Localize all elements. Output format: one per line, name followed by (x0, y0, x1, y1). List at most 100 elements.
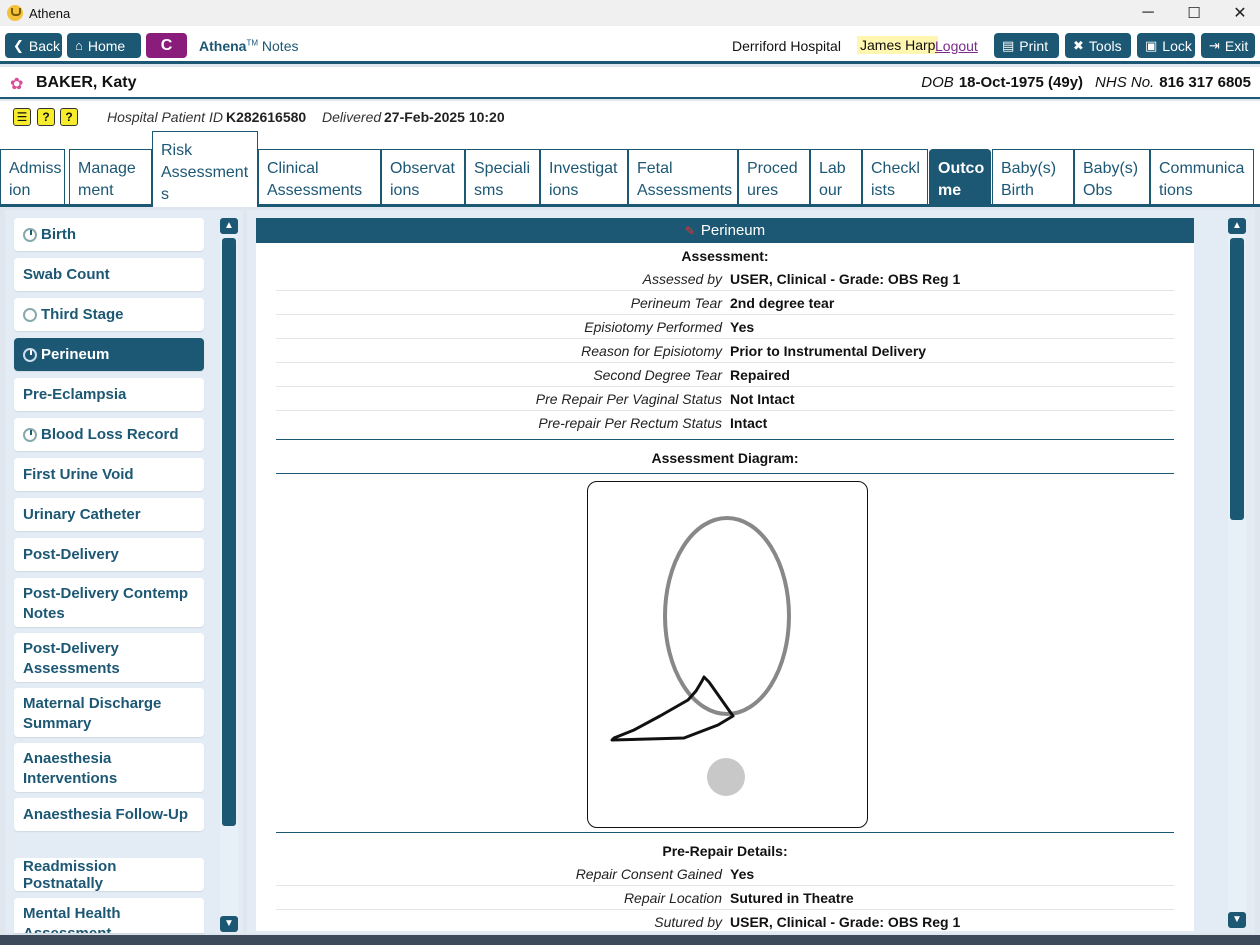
nhs-value: 816 317 6805 (1159, 74, 1251, 91)
sidebar-item-post-delivery-contemp-notes[interactable]: Post-Delivery Contemp Notes (14, 578, 204, 627)
hospital-name: Derriford Hospital (732, 38, 841, 54)
tab-labour[interactable]: Lab our (810, 149, 862, 204)
field-row: Pre Repair Per Vaginal Status Not Intact (276, 387, 1174, 411)
lock-button[interactable]: ▣ Lock (1137, 33, 1195, 58)
sidebar-item-swab-count[interactable]: Swab Count (14, 258, 204, 291)
note-question-icon[interactable]: ? (60, 108, 78, 126)
field-row: Pre-repair Per Rectum Status Intact (276, 411, 1174, 435)
tab-fetal-assessments[interactable]: Fetal Assessments (628, 149, 738, 204)
tab-line: Obs (1083, 182, 1113, 199)
sidebar-item-mental-health-assessment[interactable]: Mental Health Assessment (14, 898, 204, 933)
progress-partial-icon (23, 227, 37, 242)
print-button[interactable]: ▤ Print (994, 33, 1059, 58)
tab-admission[interactable]: Admiss ion (0, 149, 65, 204)
field-row: Sutured by USER, Clinical - Grade: OBS Re… (276, 910, 1174, 931)
sidebar-item-anaesthesia-interventions[interactable]: Anaesthesia Interventions (14, 743, 204, 792)
sidebar-item-third-stage[interactable]: Third Stage (14, 298, 204, 331)
chevron-left-icon: ❮ (13, 37, 24, 53)
hospital-id-label: Hospital Patient ID (107, 109, 223, 125)
help-question-icon[interactable]: ? (37, 108, 55, 126)
tab-line: our (819, 182, 843, 199)
tab-line: sms (474, 182, 504, 199)
sidebar-item-readmission-postnatally[interactable]: Readmission Postnatally (14, 858, 204, 892)
scroll-down-icon[interactable]: ▼ (1228, 912, 1246, 928)
scroll-up-icon[interactable]: ▲ (1228, 218, 1246, 234)
home-button[interactable]: ⌂ Home (67, 33, 141, 58)
sidebar-item-label: Mental Health (23, 905, 121, 922)
sidebar-item-label: Urinary Catheter (23, 506, 141, 523)
sidebar-item-post-delivery-assessments[interactable]: Post-Delivery Assessments (14, 633, 204, 682)
scroll-thumb[interactable] (222, 238, 236, 826)
perineum-record: ✎ Perineum Assessment: Assessed by USER, C… (256, 218, 1194, 931)
sidebar-item-first-urine-void[interactable]: First Urine Void (14, 458, 204, 491)
sidebar-item-perineum[interactable]: Perineum (14, 338, 204, 371)
tab-outcome[interactable]: Outco me (929, 149, 991, 204)
sidebar-item-label: Assessments (23, 660, 120, 677)
main-panel: ✎ Perineum Assessment: Assessed by USER, C… (247, 210, 1255, 933)
tab-line: Baby(s) (1083, 160, 1139, 177)
sidebar-item-label: Notes (23, 605, 65, 622)
field-label: Pre-repair Per Rectum Status (538, 415, 722, 431)
maximize-button[interactable]: ☐ (1171, 0, 1217, 26)
sidebar-item-urinary-catheter[interactable]: Urinary Catheter (14, 498, 204, 531)
tools-button[interactable]: ✖ Tools (1065, 33, 1131, 58)
sidebar-scrollbar[interactable]: ▲ ▼ (220, 218, 238, 932)
back-button[interactable]: ❮ Back (5, 33, 62, 58)
content-scrollbar[interactable]: ▲ ▼ (1228, 218, 1246, 928)
sidebar-item-label: First Urine Void (23, 466, 134, 483)
scroll-thumb[interactable] (1230, 238, 1244, 520)
field-value: Prior to Instrumental Delivery (730, 343, 927, 359)
progress-partial-icon (23, 347, 37, 362)
field-row: Repair Location Sutured in Theatre (276, 886, 1174, 910)
home-icon: ⌂ (75, 38, 83, 53)
perineum-assessment-diagram (587, 481, 868, 828)
sidebar-item-pre-eclampsia[interactable]: Pre-Eclampsia (14, 378, 204, 411)
sidebar-item-anaesthesia-follow-up[interactable]: Anaesthesia Follow-Up (14, 798, 204, 831)
taskbar-edge (0, 935, 1260, 945)
section-divider (276, 832, 1174, 833)
patient-banner: ✿ BAKER, Katy DOB 18-Oct-1975 (49y) NHS No… (0, 67, 1260, 99)
c-button[interactable]: C (146, 33, 187, 58)
diagram-heading: Assessment Diagram: (651, 450, 799, 466)
tab-line: Speciali (474, 160, 531, 177)
tab-management[interactable]: Manage ment (69, 149, 152, 204)
tab-babys-obs[interactable]: Baby(s) Obs (1074, 149, 1150, 204)
sidebar-item-birth[interactable]: Birth (14, 218, 204, 251)
exit-button[interactable]: ⇥ Exit (1201, 33, 1255, 58)
lock-icon: ▣ (1145, 37, 1158, 53)
scroll-down-icon[interactable]: ▼ (220, 916, 238, 932)
current-user: James Harp (857, 36, 939, 54)
tab-line: Assessments (267, 182, 363, 199)
sidebar-item-maternal-discharge-summary[interactable]: Maternal Discharge Summary (14, 688, 204, 737)
alert-list-icon[interactable]: ☰ (13, 108, 31, 126)
tab-communications[interactable]: Communica tions (1150, 149, 1254, 204)
pen-edit-icon[interactable]: ✎ (685, 224, 695, 238)
tab-checklists[interactable]: Checkl ists (862, 149, 928, 204)
tab-line: Investigat (549, 160, 618, 177)
tab-line: Baby(s) (1001, 160, 1057, 177)
tab-specialisms[interactable]: Speciali sms (465, 149, 540, 204)
tab-line: ions (390, 182, 420, 199)
field-row: Repair Consent Gained Yes (276, 862, 1174, 886)
wrench-icon: ✖ (1073, 37, 1084, 53)
scroll-up-icon[interactable]: ▲ (220, 218, 238, 234)
minimize-button[interactable]: ─ (1125, 0, 1171, 26)
sidebar-item-label: Perineum (41, 346, 110, 363)
tab-risk-assessments[interactable]: Risk Assessment s (152, 131, 258, 207)
pre-repair-heading: Pre-Repair Details: (662, 843, 788, 859)
field-label: Reason for Episiotomy (581, 343, 722, 359)
tab-procedures[interactable]: Proced ures (738, 149, 810, 204)
tab-babys-birth[interactable]: Baby(s) Birth (992, 149, 1074, 204)
close-window-button[interactable]: ✕ (1217, 0, 1260, 26)
tab-observations[interactable]: Observat ions (381, 149, 465, 204)
brand-name: Athena (199, 38, 247, 54)
tab-investigations[interactable]: Investigat ions (540, 149, 628, 204)
field-row: Reason for Episiotomy Prior to Instrument… (276, 339, 1174, 363)
tab-line: tions (1159, 182, 1193, 199)
sidebar-item-label: Post-Delivery (23, 640, 119, 657)
sidebar-item-blood-loss-record[interactable]: Blood Loss Record (14, 418, 204, 451)
field-value: Yes (730, 866, 755, 882)
tab-clinical-assessments[interactable]: Clinical Assessments (258, 149, 381, 204)
sidebar-item-post-delivery[interactable]: Post-Delivery (14, 538, 204, 571)
logout-link[interactable]: Logout (935, 38, 978, 54)
